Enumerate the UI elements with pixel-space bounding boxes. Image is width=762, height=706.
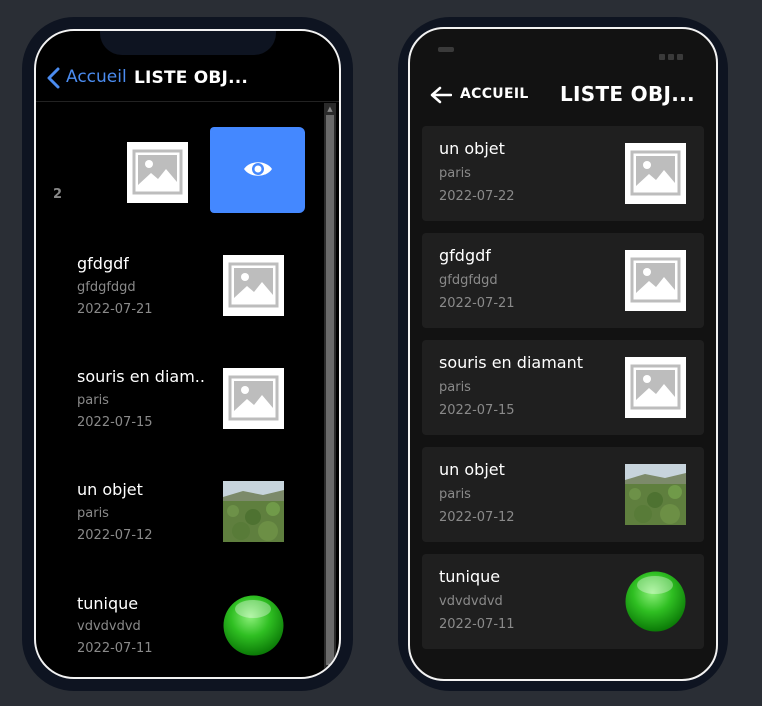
placeholder-image-icon — [223, 255, 284, 316]
back-button[interactable]: ACCUEIL — [460, 86, 529, 102]
placeholder-image-icon — [625, 357, 686, 418]
placeholder-image-icon — [625, 250, 686, 311]
scroll-down-icon[interactable]: ▼ — [324, 661, 336, 671]
page-title: LISTE OBJ... — [560, 82, 695, 106]
ios-screen: Accueil LISTE OBJ... 2 gfdgdf gfdgfdgd 2… — [34, 29, 341, 679]
item-subtitle: vdvdvdvd — [439, 594, 503, 609]
landscape-photo-icon — [625, 464, 686, 525]
view-action-button[interactable] — [210, 127, 305, 213]
item-title: souris en diamant — [439, 353, 583, 372]
list-item[interactable]: gfdgdf gfdgfdgd 2022-07-21 — [36, 241, 322, 353]
item-title: un objet — [77, 480, 143, 499]
ios-header: Accueil LISTE OBJ... — [36, 59, 339, 101]
item-subtitle: gfdgfdgd — [77, 280, 136, 295]
green-ball-icon — [223, 595, 284, 656]
item-subtitle: vdvdvdvd — [77, 619, 141, 634]
placeholder-image-icon — [127, 142, 188, 203]
item-date: 2022-07-12 — [77, 528, 153, 543]
status-bar-icons — [656, 45, 683, 64]
scroll-up-icon[interactable]: ▲ — [324, 104, 336, 114]
list-item[interactable]: souris en diam... paris 2022-07-15 — [36, 354, 322, 466]
item-date: 2022-07-21 — [77, 302, 153, 317]
item-subtitle: paris — [439, 487, 471, 502]
arrow-left-icon[interactable] — [430, 86, 452, 104]
item-badge: 2 — [53, 187, 63, 202]
item-date: 2022-07-12 — [439, 510, 515, 525]
item-subtitle: paris — [77, 506, 109, 521]
list-card[interactable]: souris en diamant paris 2022-07-15 — [422, 340, 704, 435]
item-title: gfdgdf — [439, 246, 491, 265]
android-screen: ACCUEIL LISTE OBJ... un objet paris 2022… — [408, 27, 718, 681]
landscape-photo-icon — [223, 481, 284, 542]
item-title: tunique — [439, 567, 501, 586]
item-date: 2022-07-15 — [77, 415, 153, 430]
page-title: LISTE OBJ... — [134, 68, 249, 88]
android-phone-frame: ACCUEIL LISTE OBJ... un objet paris 2022… — [398, 17, 728, 691]
list-card[interactable]: un objet paris 2022-07-22 — [422, 126, 704, 221]
item-subtitle: paris — [439, 380, 471, 395]
list-item[interactable]: tunique vdvdvdvd 2022-07-11 — [36, 580, 322, 677]
item-subtitle: paris — [77, 393, 109, 408]
scrollbar-thumb[interactable] — [326, 115, 334, 665]
placeholder-image-icon — [625, 143, 686, 204]
header-divider — [36, 101, 339, 102]
item-subtitle: gfdgfdgd — [439, 273, 498, 288]
item-title: gfdgdf — [77, 254, 129, 273]
item-date: 2022-07-15 — [439, 403, 515, 418]
item-title: un objet — [439, 139, 505, 158]
item-subtitle: paris — [439, 166, 471, 181]
placeholder-image-icon — [223, 368, 284, 429]
eye-icon — [244, 162, 272, 176]
chevron-left-icon[interactable] — [46, 67, 62, 89]
item-date: 2022-07-21 — [439, 296, 515, 311]
list-card[interactable]: tunique vdvdvdvd 2022-07-11 — [422, 554, 704, 649]
back-button[interactable]: Accueil — [66, 67, 127, 87]
item-date: 2022-07-11 — [77, 641, 153, 656]
list-item[interactable]: un objet paris 2022-07-12 — [36, 467, 322, 579]
list-card[interactable]: un objet paris 2022-07-12 — [422, 447, 704, 542]
ios-phone-frame: Accueil LISTE OBJ... 2 gfdgdf gfdgfdgd 2… — [22, 17, 353, 691]
item-title: souris en diam... — [77, 367, 205, 386]
item-title: tunique — [77, 594, 139, 613]
list-card[interactable]: gfdgdf gfdgfdgd 2022-07-21 — [422, 233, 704, 328]
item-date: 2022-07-22 — [439, 189, 515, 204]
green-ball-icon — [625, 571, 686, 632]
item-date: 2022-07-11 — [439, 617, 515, 632]
item-title: un objet — [439, 460, 505, 479]
ios-notch — [100, 31, 276, 55]
status-bar-icon — [438, 47, 454, 52]
